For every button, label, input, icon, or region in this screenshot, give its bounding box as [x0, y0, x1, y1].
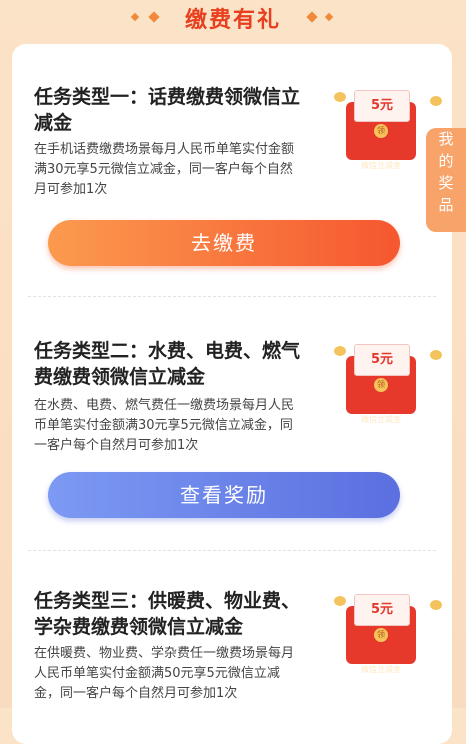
envelope-label: 微信立减金	[361, 665, 401, 674]
divider	[28, 550, 436, 551]
reward-amount: 5元	[354, 344, 410, 376]
view-rewards-button[interactable]: 查看奖励	[48, 472, 400, 518]
envelope-seal: 领	[374, 124, 388, 138]
task-description: 在手机话费缴费场景每月人民币单笔实付金额满30元享5元微信立减金，同一客户每个自…	[34, 142, 295, 197]
envelope-seal: 领	[374, 378, 388, 392]
coin-icon	[430, 96, 442, 106]
task-description: 在水费、电费、燃气费任一缴费场景每月人民币单笔实付金额满30元享5元微信立减金，…	[34, 398, 295, 453]
task-card: 任务类型一：话费缴费领微信立减金 在手机话费缴费场景每月人民币单笔实付金额满30…	[12, 44, 452, 744]
envelope-label: 微信立减金	[361, 161, 401, 170]
coin-icon	[334, 346, 346, 356]
coin-icon	[334, 92, 346, 102]
side-tab-char: 品	[438, 196, 454, 214]
page-header: 缴费有礼	[0, 0, 466, 40]
task-title: 任务类型二：水费、电费、燃气费缴费领微信立减金	[34, 340, 301, 388]
coin-icon	[430, 600, 442, 610]
page-title: 缴费有礼	[184, 8, 281, 33]
red-envelope-icon: 微信立减金 5元 领	[334, 338, 444, 428]
divider	[28, 296, 436, 297]
red-envelope-icon: 微信立减金 5元 领	[334, 588, 444, 678]
reward-amount: 5元	[354, 594, 410, 626]
reward-amount: 5元	[354, 90, 410, 122]
task-description: 在供暖费、物业费、学杂费任一缴费场景每月人民币单笔实付金额满50元享5元微信立减…	[34, 646, 295, 701]
side-tab-char: 我	[438, 130, 454, 148]
my-prizes-tab[interactable]: 我 的 奖 品	[426, 128, 466, 232]
pay-button[interactable]: 去缴费	[48, 220, 400, 266]
coin-icon	[334, 596, 346, 606]
side-tab-char: 的	[438, 152, 454, 170]
task-title: 任务类型一：话费缴费领微信立减金	[34, 86, 301, 134]
side-tab-char: 奖	[438, 174, 454, 192]
envelope-label: 微信立减金	[361, 415, 401, 424]
envelope-seal: 领	[374, 628, 388, 642]
task-title: 任务类型三：供暖费、物业费、学杂费缴费领微信立减金	[34, 590, 301, 638]
coin-icon	[430, 350, 442, 360]
